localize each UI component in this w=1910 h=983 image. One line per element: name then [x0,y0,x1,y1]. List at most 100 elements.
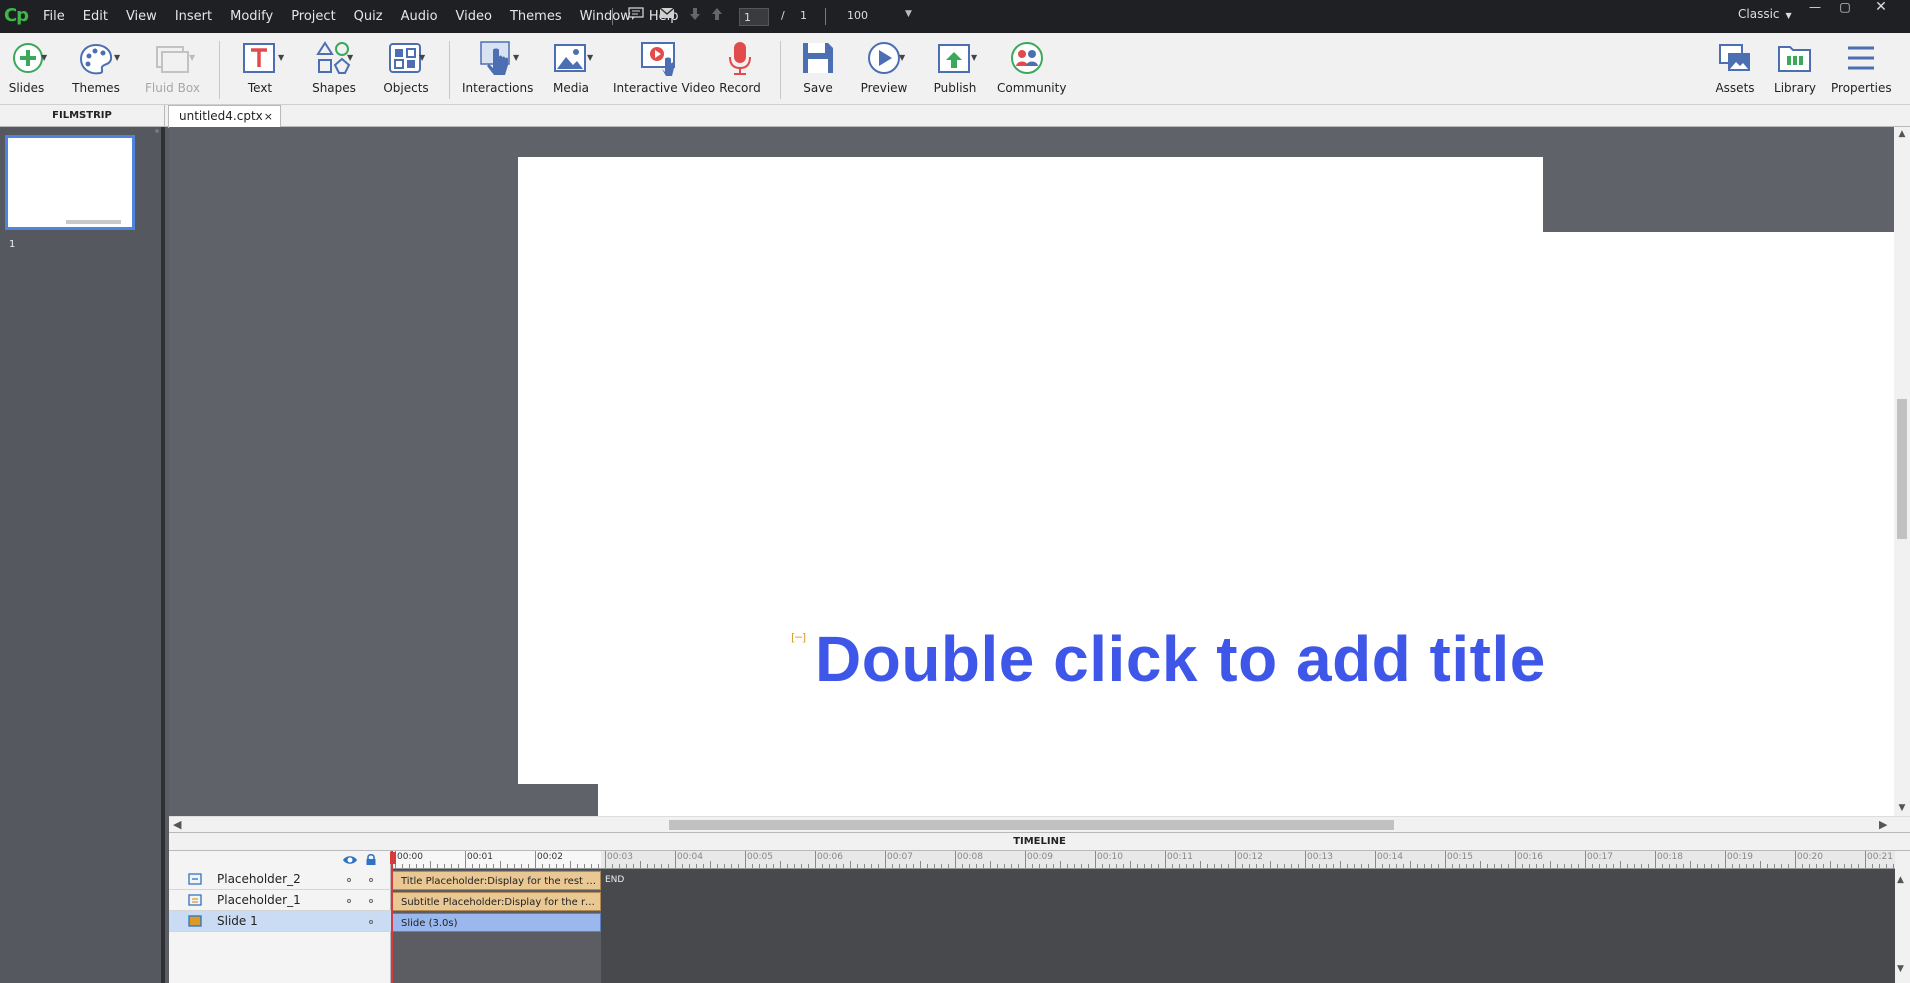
shapes-button[interactable]: Shapes [306,38,362,100]
mail-icon[interactable] [658,7,676,25]
chevron-down-icon[interactable]: ▼ [587,53,593,62]
ruler-tick [1879,864,1880,868]
slide-canvas-extension[interactable] [1543,232,1894,816]
arrow-down-icon[interactable] [686,7,704,25]
chevron-down-icon[interactable]: ▼ [114,53,120,62]
objects-button[interactable]: Objects [379,38,433,100]
text-button[interactable]: Text [236,38,284,100]
fluid-box-button[interactable]: Fluid Box [145,38,200,100]
comment-icon[interactable] [627,7,645,25]
close-window-icon[interactable]: ✕ [1866,0,1896,14]
chevron-down-icon[interactable]: ▼ [278,53,284,62]
interactive-video-button[interactable]: Interactive Video [613,38,715,100]
workspace-switcher[interactable]: Classic ▼ [1738,7,1792,21]
slide-canvas-bottom[interactable] [598,784,1543,816]
eye-icon[interactable] [342,854,358,866]
scroll-down-icon[interactable]: ▼ [1897,964,1904,974]
menu-edit[interactable]: Edit [74,9,117,24]
slides-button[interactable]: Slides [4,38,49,100]
scrollbar-thumb[interactable] [669,820,1394,830]
playhead-handle[interactable] [390,852,396,864]
publish-button[interactable]: Publish [929,38,981,100]
visibility-toggle[interactable] [347,878,351,882]
timeline-layer-row[interactable]: Placeholder_1 [169,890,391,911]
stage-vertical-scrollbar[interactable]: ▲ ▼ [1894,127,1910,816]
menu-video[interactable]: Video [447,9,501,24]
ruler-tick [1116,864,1117,868]
zoom-dropdown-icon[interactable]: ▼ [905,9,912,19]
maximize-icon[interactable]: ▢ [1830,0,1860,14]
slide-thumbnail[interactable] [5,135,135,230]
zoom-level[interactable]: 100 [847,9,868,22]
timeline-bar[interactable]: Subtitle Placeholder:Display for the res… [392,892,601,911]
menu-insert[interactable]: Insert [166,9,221,24]
assets-button[interactable]: Assets [1712,38,1758,100]
timeline-layer-row-selected[interactable]: Slide 1 [169,911,391,932]
ruler-tick [864,864,865,868]
chevron-down-icon[interactable]: ▼ [899,53,905,62]
menu-project[interactable]: Project [282,9,344,24]
scroll-left-icon[interactable]: ◀ [173,818,181,831]
ruler-tick [1298,864,1299,868]
themes-button[interactable]: Themes [70,38,122,100]
scroll-up-icon[interactable]: ▲ [1897,129,1907,139]
visibility-toggle[interactable] [347,899,351,903]
menu-bar: Cp File Edit View Insert Modify Project … [0,0,1910,33]
menu-view[interactable]: View [117,9,166,24]
lock-icon[interactable] [365,853,377,866]
chevron-down-icon[interactable]: ▼ [347,53,353,62]
menu-file[interactable]: File [34,9,74,24]
timeline-layer-row[interactable]: Placeholder_2 [169,869,391,890]
stage-horizontal-scrollbar[interactable]: ◀ ▶ [169,816,1910,832]
timeline-bar-selected[interactable]: Slide (3.0s) [392,913,601,932]
scroll-right-icon[interactable]: ▶ [1879,818,1887,831]
timeline-track-area[interactable]: 00:00 00:01 00:02 00:03 00:04 00:05 00:06 00:07… [391,851,1895,983]
scroll-up-icon[interactable]: ▲ [1897,875,1904,885]
slide-stage[interactable] [169,127,1894,816]
lock-toggle[interactable] [369,878,373,882]
ruler-tick [738,864,739,868]
media-button[interactable]: Media [546,38,596,100]
chevron-down-icon[interactable]: ▼ [419,53,425,62]
arrow-up-icon[interactable] [708,7,726,25]
ruler-tick [1704,864,1705,868]
slide-layer-icon [188,915,202,927]
ruler-tick-label: 00:17 [1587,852,1613,862]
timeline-vertical-scrollbar[interactable]: ▲ ▼ [1895,851,1910,983]
community-button[interactable]: Community [997,38,1066,100]
close-tab-icon[interactable]: × [264,106,273,127]
save-button[interactable]: Save [797,38,839,100]
minimize-icon[interactable]: — [1800,0,1830,14]
lock-toggle[interactable] [369,920,373,924]
preview-button[interactable]: Preview [859,38,909,100]
timeline-bar[interactable]: Title Placeholder:Display for the rest o… [392,871,601,890]
ruler-tick-label: 00:10 [1097,852,1123,862]
document-tab[interactable]: untitled4.cptx × [168,105,281,128]
properties-button[interactable]: Properties [1831,38,1892,100]
ruler-tick [766,864,767,868]
record-button[interactable]: Record [718,38,762,100]
scrollbar-thumb[interactable] [1897,399,1907,539]
ruler-tick [1025,851,1026,868]
interactions-button[interactable]: Interactions [462,38,533,100]
current-page-input[interactable] [739,8,769,26]
title-placeholder[interactable]: Double click to add title [815,622,1546,696]
menu-audio[interactable]: Audio [392,9,447,24]
chevron-down-icon[interactable]: ▼ [41,53,47,62]
chevron-down-icon[interactable]: ▼ [971,53,977,62]
ruler-tick-label: 00:14 [1377,852,1403,862]
scroll-down-icon[interactable]: ▼ [1897,803,1907,813]
ruler-tick [1592,864,1593,868]
playhead[interactable] [391,851,393,983]
chevron-down-icon[interactable]: ▼ [513,53,519,62]
menu-quiz[interactable]: Quiz [345,9,392,24]
library-button[interactable]: Library [1772,38,1818,100]
menu-themes[interactable]: Themes [501,9,571,24]
timeline-header[interactable]: TIMELINE [169,832,1910,851]
ruler-tick [1382,864,1383,868]
lock-toggle[interactable] [369,899,373,903]
timeline-ruler[interactable]: 00:00 00:01 00:02 00:03 00:04 00:05 00:06 00:07… [391,851,1895,869]
ruler-tick [962,864,963,868]
menu-modify[interactable]: Modify [221,9,282,24]
placeholder-handle-icon[interactable]: [─] [791,632,806,644]
